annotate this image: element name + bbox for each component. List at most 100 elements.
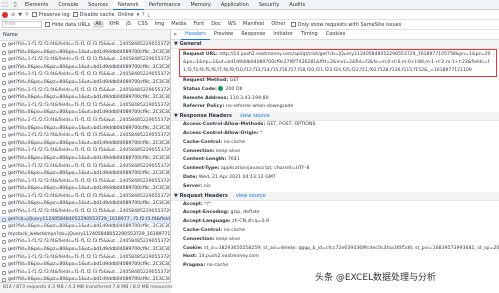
upload-icon[interactable]: ⤒ bbox=[142, 12, 144, 18]
header-row: Cookie: st_si=38293650258259; st_asi=del… bbox=[171, 245, 499, 254]
referrer-policy-row: Referrer Policy: no-referrer-when-downgr… bbox=[171, 103, 499, 112]
download-icon[interactable]: ⤓ bbox=[148, 12, 150, 18]
tab-memory[interactable]: Memory bbox=[186, 0, 216, 10]
request-row[interactable]: get?fid=0&po=0&pz=80&po=1&ut=bd1d9ddb040… bbox=[0, 223, 170, 231]
type-filter-doc[interactable]: Doc bbox=[209, 21, 223, 28]
request-row[interactable]: get?fid=1-f1.f2.f3.f4&fields=f1-f1.f2.f3… bbox=[0, 87, 170, 95]
header-value: gzip, deflate bbox=[230, 210, 260, 216]
request-row[interactable]: get?fid=1-f1.f2.f3.f4&fields=f1-f1.f2.f3… bbox=[0, 56, 170, 64]
request-row[interactable]: get?fid=1-f1.f2.f3.f4&fields=f1-f1.f2.f3… bbox=[0, 102, 170, 110]
request-row[interactable]: get?fid=0&po=0&pz=80&po=1&ut=bd1d9ddb040… bbox=[0, 124, 170, 133]
tab-timing[interactable]: Timing bbox=[297, 30, 322, 39]
type-filter-xhr[interactable]: XHR bbox=[107, 21, 122, 28]
request-row[interactable]: get?fid=1-f1.f2.f3.f4&fields=f1-f1.f2.f3… bbox=[0, 132, 170, 140]
response-headers-section-header[interactable]: ▼ Response Headers view source bbox=[171, 112, 499, 122]
type-filter-font[interactable]: Font bbox=[191, 21, 206, 28]
request-row[interactable]: get?fid=1-f1.f2.f3.f4&fields=f1-f1.f2.f3… bbox=[0, 163, 170, 171]
request-row[interactable]: get?fid=0&po=0&pz=80&po=1&ut=bd1d9ddb040… bbox=[0, 48, 170, 57]
type-filter-img[interactable]: Img bbox=[153, 21, 167, 28]
general-section-header[interactable]: ▼ General bbox=[171, 40, 499, 49]
request-row[interactable]: get?fid=0&po=0&pz=80&po=1&ut=bd1d9ddb040… bbox=[0, 246, 170, 254]
device-toggle-icon[interactable]: ▯ bbox=[10, 0, 20, 9]
filter-input[interactable]: Filter bbox=[2, 21, 42, 28]
tab-performance[interactable]: Performance bbox=[144, 0, 186, 10]
request-row[interactable]: get?fid=0&po=0&pz=80&po=1&ut=bd1d9ddb040… bbox=[0, 109, 170, 117]
throttle-select[interactable]: Online bbox=[118, 12, 134, 18]
tab-network[interactable]: Network bbox=[112, 0, 144, 10]
tab-response[interactable]: Response bbox=[237, 30, 269, 39]
file-icon bbox=[2, 210, 6, 215]
request-name: get?fid=0&po=0&pz=80&po=1&ut=bd1d9ddb040… bbox=[8, 49, 170, 55]
request-row[interactable]: get?fid=1-f1.f2.f3.f4&fields=f1-f1.f2.f3… bbox=[0, 208, 170, 216]
tab-audits[interactable]: Audits bbox=[284, 0, 310, 10]
request-name: get?fid=1-f1.f2.f3.f4&fields=f1-f1.f2.f3… bbox=[8, 269, 170, 275]
hide-data-urls-checkbox[interactable]: Hide data URLs bbox=[45, 21, 90, 28]
type-filter-js[interactable]: JS bbox=[124, 21, 133, 28]
file-icon bbox=[2, 149, 6, 154]
request-row[interactable]: get?fid=1-f1.f2.f3.f4&fields=f1-f1.f2.f3… bbox=[0, 193, 170, 201]
request-row[interactable]: get?fid=1-f1.f2.f3.f4&fields=f1-f1.f2.f3… bbox=[0, 117, 170, 125]
request-row[interactable]: get?fid=0&po=0&pz=80&po=1&ut=bd1d9ddb040… bbox=[0, 170, 170, 178]
type-filter-manifest[interactable]: Manifest bbox=[241, 21, 266, 28]
request-row[interactable]: get?fid=1-f1.f2.f3.f4&fields=f1-f1.f2.f3… bbox=[0, 269, 170, 277]
request-row[interactable]: mystock_webstomyn?cb=jQuery1124058480522… bbox=[0, 230, 170, 239]
response-headers-title: ▼ Response Headers bbox=[174, 113, 232, 120]
type-filter-other[interactable]: Other bbox=[269, 21, 287, 28]
type-filter-media[interactable]: Media bbox=[169, 21, 188, 28]
filter-funnel-icon[interactable]: ▼ bbox=[18, 12, 22, 18]
request-row[interactable]: get?fid=1-f1.f2.f3.f4&fields=f1-f1.f2.f3… bbox=[0, 147, 170, 155]
request-name: get?fid=1-f1.f2.f3.f4&fields=f1-f1.f2.f3… bbox=[8, 239, 170, 245]
response-view-source-link[interactable]: view source bbox=[240, 113, 270, 119]
file-icon bbox=[2, 248, 6, 253]
tab-cookies[interactable]: Cookies bbox=[322, 30, 350, 39]
header-key: Access-Control-Allow-Origin: bbox=[183, 130, 259, 136]
tab-console[interactable]: Console bbox=[53, 0, 83, 10]
request-row[interactable]: get?fid=0&po=0&pz=80&po=1&ut=bd1d9ddb040… bbox=[0, 63, 170, 72]
tab-initiator[interactable]: Initiator bbox=[269, 30, 297, 39]
request-view-source-link[interactable]: view source bbox=[236, 193, 266, 199]
request-row[interactable]: get?fid=0&po=0&pz=80&po=1&ut=bd1d9ddb040… bbox=[0, 185, 170, 193]
tab-sources[interactable]: Sources bbox=[83, 0, 113, 10]
type-filter-all[interactable]: All bbox=[93, 21, 104, 28]
search-icon[interactable]: ⚲ bbox=[25, 12, 29, 18]
tab-elements[interactable]: Elements bbox=[20, 0, 53, 10]
request-row[interactable]: get?fid=1-f1.f2.f3.f4&fields=f1-f1.f2.f3… bbox=[0, 71, 170, 79]
file-icon bbox=[2, 263, 6, 268]
request-name: get?fid=0&po=0&pz=80&po=1&ut=bd1d9ddb040… bbox=[8, 155, 170, 161]
record-icon[interactable] bbox=[2, 11, 8, 18]
header-value: application/javascript; charset=UTF-8 bbox=[220, 166, 310, 172]
type-filter-css[interactable]: CSS bbox=[136, 21, 150, 28]
request-row[interactable]: get?fid=1-f1.f2.f3.f4&fields=f1-f1.f2.f3… bbox=[0, 254, 170, 262]
inspect-icon[interactable]: ⬚ bbox=[0, 0, 10, 9]
request-row[interactable]: get?fid=0&po=0&pz=80&po=1&ut=bd1d9ddb040… bbox=[0, 200, 170, 209]
header-value: nis bbox=[203, 183, 211, 189]
header-key: Cache-Control: bbox=[183, 139, 223, 145]
status-ok-icon bbox=[218, 85, 224, 91]
request-row[interactable]: get?fid=0&po=0&pz=80&po=1&ut=bd1d9ddb040… bbox=[0, 94, 170, 102]
clear-icon[interactable]: ⊘ bbox=[11, 12, 15, 18]
file-icon bbox=[2, 134, 6, 139]
name-column-header[interactable]: Name bbox=[0, 30, 170, 41]
type-filter-ws[interactable]: WS bbox=[226, 21, 238, 28]
tab-preview[interactable]: Preview bbox=[210, 30, 237, 39]
request-row[interactable]: get?cb=jQuery1124058484052290553729_1618… bbox=[0, 215, 170, 224]
request-row[interactable]: get?fid=0&po=0&pz=80&po=1&ut=bd1d9ddb040… bbox=[0, 154, 170, 163]
tab-headers[interactable]: Headers bbox=[181, 30, 210, 40]
request-headers-section-header[interactable]: ▼ Request Headers view source bbox=[171, 191, 499, 201]
request-row[interactable]: get?fid=1-f1.f2.f3.f4&fields=f1-f1.f2.f3… bbox=[0, 178, 170, 186]
request-name: get?fid=1-f1.f2.f3.f4&fields=f1-f1.f2.f3… bbox=[8, 148, 170, 154]
samesite-checkbox[interactable]: Only show requests with SameSite issues bbox=[290, 21, 401, 28]
request-name: get?fid=1-f1.f2.f3.f4&fields=f1-f1.f2.f3… bbox=[8, 209, 170, 215]
request-row[interactable]: get?fid=1-f1.f2.f3.f4&fields=f1-f1.f2.f3… bbox=[0, 238, 170, 246]
tab-security[interactable]: Security bbox=[254, 0, 285, 10]
request-row[interactable]: get?fid=0&po=0&pz=80&po=1&ut=bd1d9ddb040… bbox=[0, 139, 170, 148]
close-icon[interactable]: ✕ bbox=[173, 32, 181, 38]
request-row[interactable]: get?fid=1-f1.f2.f3.f4&fields=f1-f1.f2.f3… bbox=[0, 41, 170, 49]
disable-cache-checkbox[interactable]: Disable cache bbox=[72, 11, 115, 18]
header-key: Server: bbox=[183, 183, 203, 189]
preserve-log-checkbox[interactable]: Preserve log bbox=[31, 11, 70, 18]
disable-cache-label: Disable cache bbox=[79, 11, 115, 18]
tab-application[interactable]: Application bbox=[216, 0, 254, 10]
request-row[interactable]: get?fid=0&po=0&pz=80&po=1&ut=bd1d9ddb040… bbox=[0, 261, 170, 269]
request-row[interactable]: get?fid=0&po=0&pz=80&po=1&ut=bd1d9ddb040… bbox=[0, 78, 170, 87]
